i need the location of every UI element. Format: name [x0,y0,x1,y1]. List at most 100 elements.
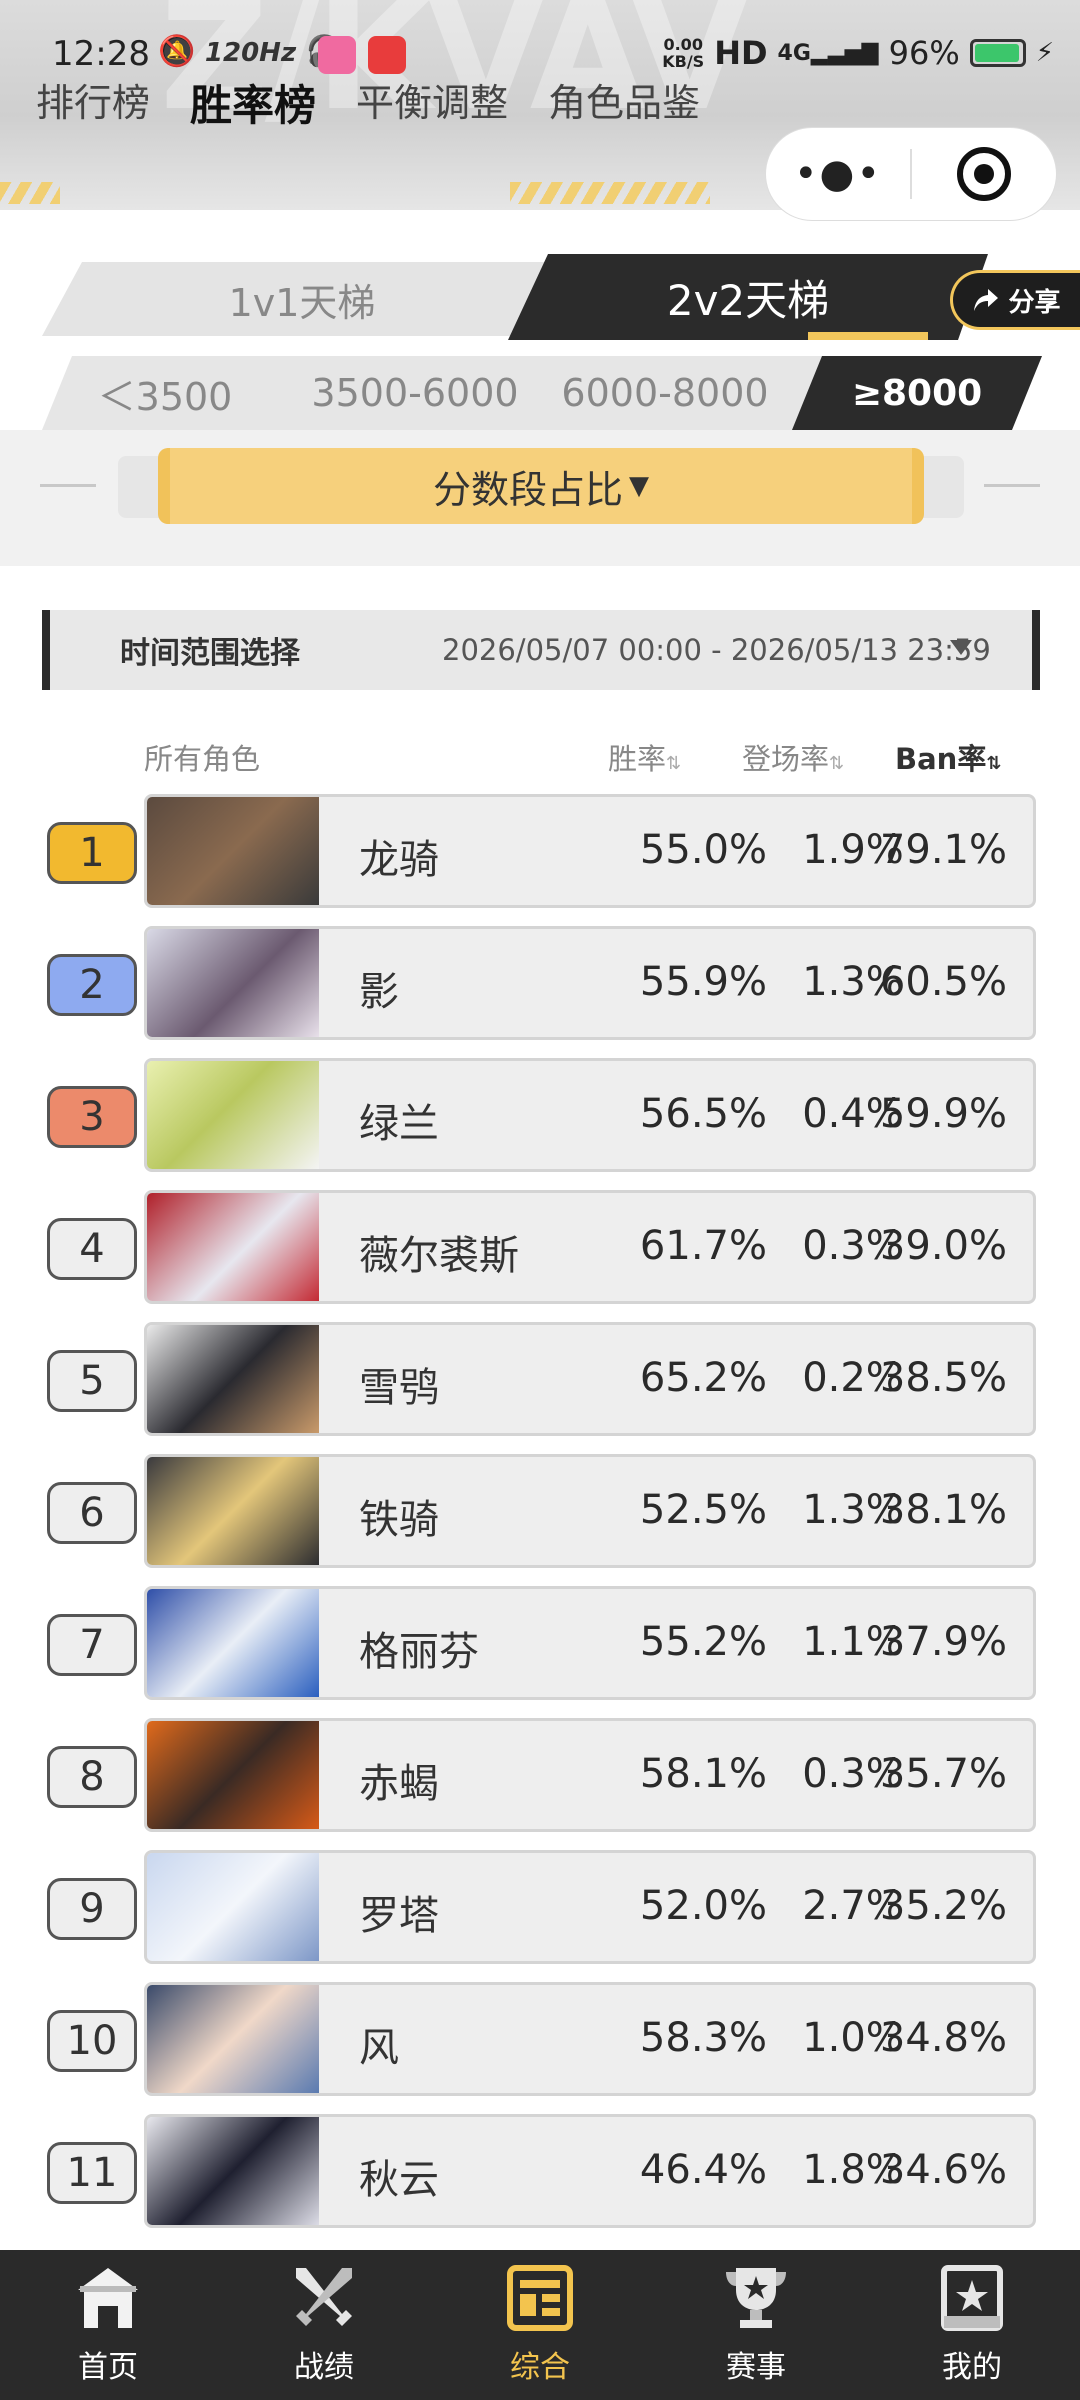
mute-bell-icon: 🔕 [158,34,196,69]
table-row[interactable]: 雪鸮 65.2% 0.2% 38.5% [144,1322,1036,1436]
range-below-3500[interactable]: ＜3500 [70,356,260,430]
table-row[interactable]: 罗塔 52.0% 2.7% 35.2% [144,1850,1036,1964]
character-name: 秋云 [359,2157,439,2203]
tab-win-rate[interactable]: 胜率榜 [190,72,316,133]
character-name: 龙骑 [359,837,439,883]
bottom-nav: 首页 战绩 综合 赛事 我的 [0,2250,1080,2400]
battery-percent: 96% [888,34,960,72]
nav-profile[interactable]: 我的 [864,2250,1080,2400]
close-miniprogram-button[interactable] [912,147,1056,201]
table-row[interactable]: 赤蝎 58.1% 0.3% 35.7% [144,1718,1036,1832]
range-3500-6000[interactable]: 3500-6000 [300,356,530,430]
rank-badge: 10 [47,2010,137,2072]
rank-badge: 4 [47,1218,137,1280]
character-avatar [147,929,319,1037]
time-range-value: 2026/05/07 00:00 - 2026/05/13 23:59 [442,633,991,667]
win-rate: 46.4% [639,2147,767,2193]
header-ban-rate[interactable]: Ban率⇅ [895,736,1001,778]
character-name: 绿兰 [359,1101,439,1147]
tab-character-review[interactable]: 角色品鉴 [548,72,700,133]
header-appearance-rate[interactable]: 登场率⇅ [742,736,844,778]
header-all-characters[interactable]: 所有角色 [144,736,260,778]
share-label: 分享 [1008,287,1061,318]
rank-badge: 9 [47,1878,137,1940]
profile-badge-icon [941,2265,1003,2331]
rank-badge: 2 [47,954,137,1016]
win-rate: 56.5% [639,1091,767,1137]
win-rate: 55.2% [639,1619,767,1665]
range-above-8000[interactable]: ≥8000 [792,356,1042,430]
character-avatar [147,1985,319,2093]
signal-icon: 4G▂▃▅▇ [777,40,879,66]
rank-badge: 8 [47,1746,137,1808]
win-rate: 52.5% [639,1487,767,1533]
table-row[interactable]: 风 58.3% 1.0% 34.8% [144,1982,1036,2096]
time-range-selector[interactable]: 时间范围选择 2026/05/07 00:00 - 2026/05/13 23:… [42,610,1040,690]
crossed-swords-icon [296,2268,352,2326]
win-rate: 61.7% [639,1223,767,1269]
character-name: 罗塔 [359,1893,439,1939]
hd-indicator: HD [714,34,768,72]
score-share-button[interactable]: 分数段占比 ▼ [158,448,924,524]
table-row[interactable]: 影 55.9% 1.3% 60.5% [144,926,1036,1040]
table-row[interactable]: 铁骑 52.5% 1.3% 38.1% [144,1454,1036,1568]
rank-badge: 7 [47,1614,137,1676]
ban-rate: 37.9% [879,1619,1007,1665]
banner-stripe [510,182,710,204]
sort-icon: ⇅ [986,753,1002,774]
win-rate: 52.0% [639,1883,767,1929]
music-app-icon [368,36,406,74]
score-share-label: 分数段占比 [432,467,623,512]
table-row[interactable]: 薇尔裘斯 61.7% 0.3% 39.0% [144,1190,1036,1304]
nav-record[interactable]: 战绩 [216,2250,432,2400]
nav-overview-label: 综合 [510,2350,570,2385]
character-avatar [147,1457,319,1565]
share-button[interactable]: 分享 [950,270,1080,330]
tab-ranking[interactable]: 排行榜 [36,72,150,133]
table-row[interactable]: 格丽芬 55.2% 1.1% 37.9% [144,1586,1036,1700]
ban-rate: 38.5% [879,1355,1007,1401]
header-win-rate[interactable]: 胜率⇅ [608,736,681,778]
tab-1v1-ladder[interactable]: 1v1天梯 [42,262,562,336]
ban-rate: 35.2% [879,1883,1007,1929]
banner-stripe [0,182,60,204]
nav-events[interactable]: 赛事 [648,2250,864,2400]
nav-record-label: 战绩 [294,2350,354,2385]
ban-rate: 60.5% [879,959,1007,1005]
charging-icon: ⚡ [1035,38,1054,68]
win-rate: 65.2% [639,1355,767,1401]
chevron-down-icon [950,640,972,655]
bilibili-app-icon [318,36,356,74]
rank-badge: 5 [47,1350,137,1412]
caret-down-icon: ▼ [629,471,649,501]
tab-balance[interactable]: 平衡调整 [356,72,508,133]
tab-2v2-ladder[interactable]: 2v2天梯 [508,254,988,340]
nav-home[interactable]: 首页 [0,2250,216,2400]
character-avatar [147,2117,319,2225]
more-menu-icon[interactable]: •●• [766,151,910,197]
character-avatar [147,1721,319,1829]
nav-overview[interactable]: 综合 [432,2250,648,2400]
target-icon [956,147,1011,201]
ban-rate: 34.6% [879,2147,1007,2193]
share-arrow-icon [974,289,999,311]
nav-home-label: 首页 [78,2350,138,2385]
character-avatar [147,797,319,905]
ban-rate: 39.0% [879,1223,1007,1269]
character-name: 薇尔裘斯 [359,1233,519,1279]
table-row[interactable]: 绿兰 56.5% 0.4% 59.9% [144,1058,1036,1172]
network-speed: 0.00 KB/S [662,35,705,71]
sort-icon: ⇅ [829,753,845,774]
rank-badge: 3 [47,1086,137,1148]
nav-events-label: 赛事 [726,2350,786,2385]
table-row[interactable]: 龙骑 55.0% 1.9% 79.1% [144,794,1036,908]
dashboard-icon [507,2265,573,2331]
range-6000-8000[interactable]: 6000-8000 [550,356,780,430]
character-avatar [147,1853,319,1961]
win-rate: 55.0% [639,827,767,873]
nav-profile-label: 我的 [942,2350,1002,2385]
table-row[interactable]: 秋云 46.4% 1.8% 34.6% [144,2114,1036,2228]
rank-badge: 6 [47,1482,137,1544]
trophy-icon [726,2268,786,2328]
decor-line-right [984,484,1040,487]
